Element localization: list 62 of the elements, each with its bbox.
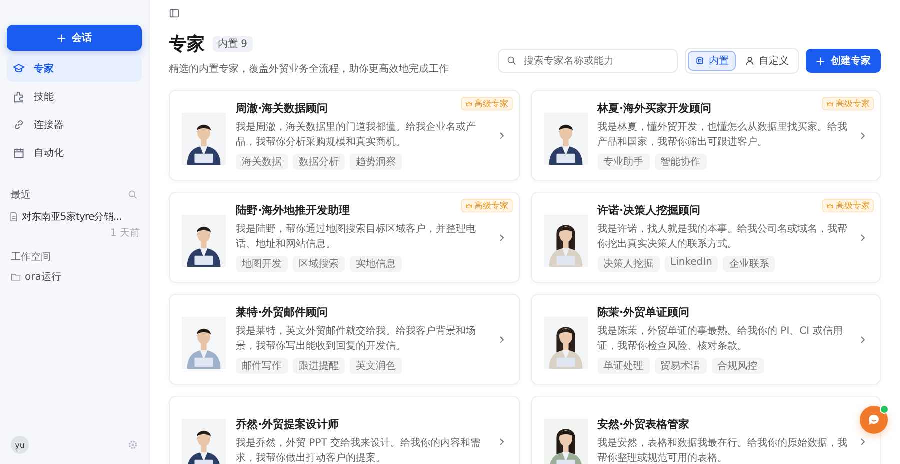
expert-name: 陆野·海外地推开发助理 (236, 203, 350, 218)
expert-badge: 高级专家 (822, 97, 874, 111)
expert-description: 我是周澈，海关数据里的门道我都懂。给我企业名或产品，我帮你分析采购规模和真实商机。 (236, 120, 477, 150)
expert-badge: 高级专家 (460, 97, 512, 111)
user-avatar[interactable]: yu (11, 436, 29, 454)
search-field[interactable]: 搜索专家名称或能力 (498, 49, 678, 74)
tag: 合规风控 (712, 358, 764, 374)
tag: 贸易术语 (654, 358, 706, 374)
expert-description: 我是林夏，懂外贸开发，也懂怎么从数据里找买家。给我产品和国家，我帮你筛出可跟进客户。 (598, 120, 848, 150)
tag: LinkedIn (664, 256, 718, 272)
expert-name: 莱特·外贸邮件顾问 (236, 305, 328, 320)
expert-description: 我是陆野，帮你通过地图搜索目标区域客户，并整理电话、地址和网站信息。 (236, 222, 477, 252)
tag: 邮件写作 (236, 358, 288, 374)
nav-item[interactable]: 自动化 (7, 140, 142, 166)
page-title: 专家 (169, 33, 205, 56)
tag: 企业联系 (723, 256, 776, 272)
recent-heading: 最近 (11, 188, 31, 202)
folder-item[interactable]: ora运行 (7, 270, 142, 284)
expert-name: 陈茉·外贸单证顾问 (598, 305, 690, 320)
nav-item[interactable]: 技能 (7, 84, 142, 110)
expert-name: 乔然·外贸提案设计师 (236, 417, 340, 432)
expert-card[interactable]: 周澈·海关数据顾问 我是周澈，海关数据里的门道我都懂。给我企业名或产品，我帮你分析采购规模和真实商机。 海关数据 数据分析 趋势洞察 高级专家 (169, 90, 520, 181)
tag: 英文润色 (350, 358, 402, 374)
expert-card[interactable]: 陆野·海外地推开发助理 我是陆野，帮你通过地图搜索目标区域客户，并整理电话、地址和网站信息。 地图开发 区域搜索 实地信息 高级专家 (169, 192, 520, 283)
workspace-heading: 工作空间 (11, 250, 52, 264)
recent-item[interactable]: 对东南亚5家tyre分销... 1 天前 (7, 208, 142, 242)
tag: 专业助手 (598, 154, 650, 170)
expert-card[interactable]: 莱特·外贸邮件顾问 我是莱特，英文外贸邮件就交给我。给我客户背景和场景，我帮你写出能收到回复的开发信。 邮件写作 跟进提醒 英文润色 (169, 294, 520, 385)
nav-item[interactable]: 专家 (7, 56, 142, 82)
filter-tab[interactable]: 自定义 (738, 51, 796, 71)
expert-description: 我是乔然，外贸 PPT 交给我来设计。给我你的内容和需求，我帮你做出打动客户的提案。 (236, 436, 482, 464)
nav-item[interactable]: 连接器 (7, 112, 142, 138)
expert-description: 我是莱特，英文外贸邮件就交给我。给我客户背景和场景，我帮你写出能收到回复的开发信。 (236, 324, 477, 354)
count-badge: 内置 9 (213, 36, 253, 52)
expert-name: 许诺·决策人挖掘顾问 (598, 203, 701, 218)
create-expert-button[interactable]: 创建专家 (806, 49, 881, 73)
expert-card[interactable]: 许诺·决策人挖掘顾问 我是许诺，找人就是我的本事。给我公司名或域名，我帮你挖出真实决策人的联系方式。 决策人挖掘 LinkedIn 企业联系 高级专家 (530, 192, 881, 283)
tag: 区域搜索 (293, 256, 345, 272)
expert-card[interactable]: 陈茉·外贸单证顾问 我是陈茉，外贸单证的事最熟。给我你的 PI、CI 或信用证，我帮你检查风险、核对条款。 单证处理 贸易术语 合规风控 (530, 294, 881, 385)
tag: 智能协作 (654, 154, 706, 170)
tag: 实地信息 (350, 256, 402, 272)
tag: 跟进提醒 (293, 358, 345, 374)
expert-name: 安然·外贸表格管家 (598, 417, 690, 432)
expert-description: 我是陈茉，外贸单证的事最熟。给我你的 PI、CI 或信用证，我帮你检查风险、核对条款。 (598, 324, 844, 354)
expert-description: 我是安然，表格和数据我最在行。给我你的原始数据，我帮你整理或规范可用的表格。 (598, 436, 848, 464)
page-subtitle: 精选的内置专家，覆盖外贸业务全流程，助你更高效地完成工作 (169, 62, 449, 76)
new-chat-button[interactable]: 会话 (7, 25, 142, 51)
expert-card[interactable]: 林夏·海外买家开发顾问 我是林夏，懂外贸开发，也懂怎么从数据里找买家。给我产品和国家，我帮你筛出可跟进客户。 专业助手 智能协作 高级专家 (530, 90, 881, 181)
tag: 数据分析 (293, 154, 345, 170)
tag: 地图开发 (236, 256, 288, 272)
expert-badge: 高级专家 (822, 199, 874, 213)
tag: 单证处理 (598, 358, 650, 374)
expert-card[interactable]: 乔然·外贸提案设计师 我是乔然，外贸 PPT 交给我来设计。给我你的内容和需求，我帮你做出打动客户的提案。 (169, 396, 520, 464)
expert-name: 周澈·海关数据顾问 (236, 101, 328, 116)
filter-tab[interactable]: 内置 (688, 51, 736, 71)
expert-description: 我是许诺，找人就是我的本事。给我公司名或域名，我帮你挖出真实决策人的联系方式。 (598, 222, 848, 252)
expert-card[interactable]: 安然·外贸表格管家 我是安然，表格和数据我最在行。给我你的原始数据，我帮你整理或规范可用的表格。 (530, 396, 881, 464)
tag: 海关数据 (236, 154, 288, 170)
expert-badge: 高级专家 (460, 199, 512, 213)
tag: 趋势洞察 (350, 154, 402, 170)
tag: 决策人挖掘 (598, 256, 660, 272)
expert-name: 林夏·海外买家开发顾问 (598, 101, 712, 116)
